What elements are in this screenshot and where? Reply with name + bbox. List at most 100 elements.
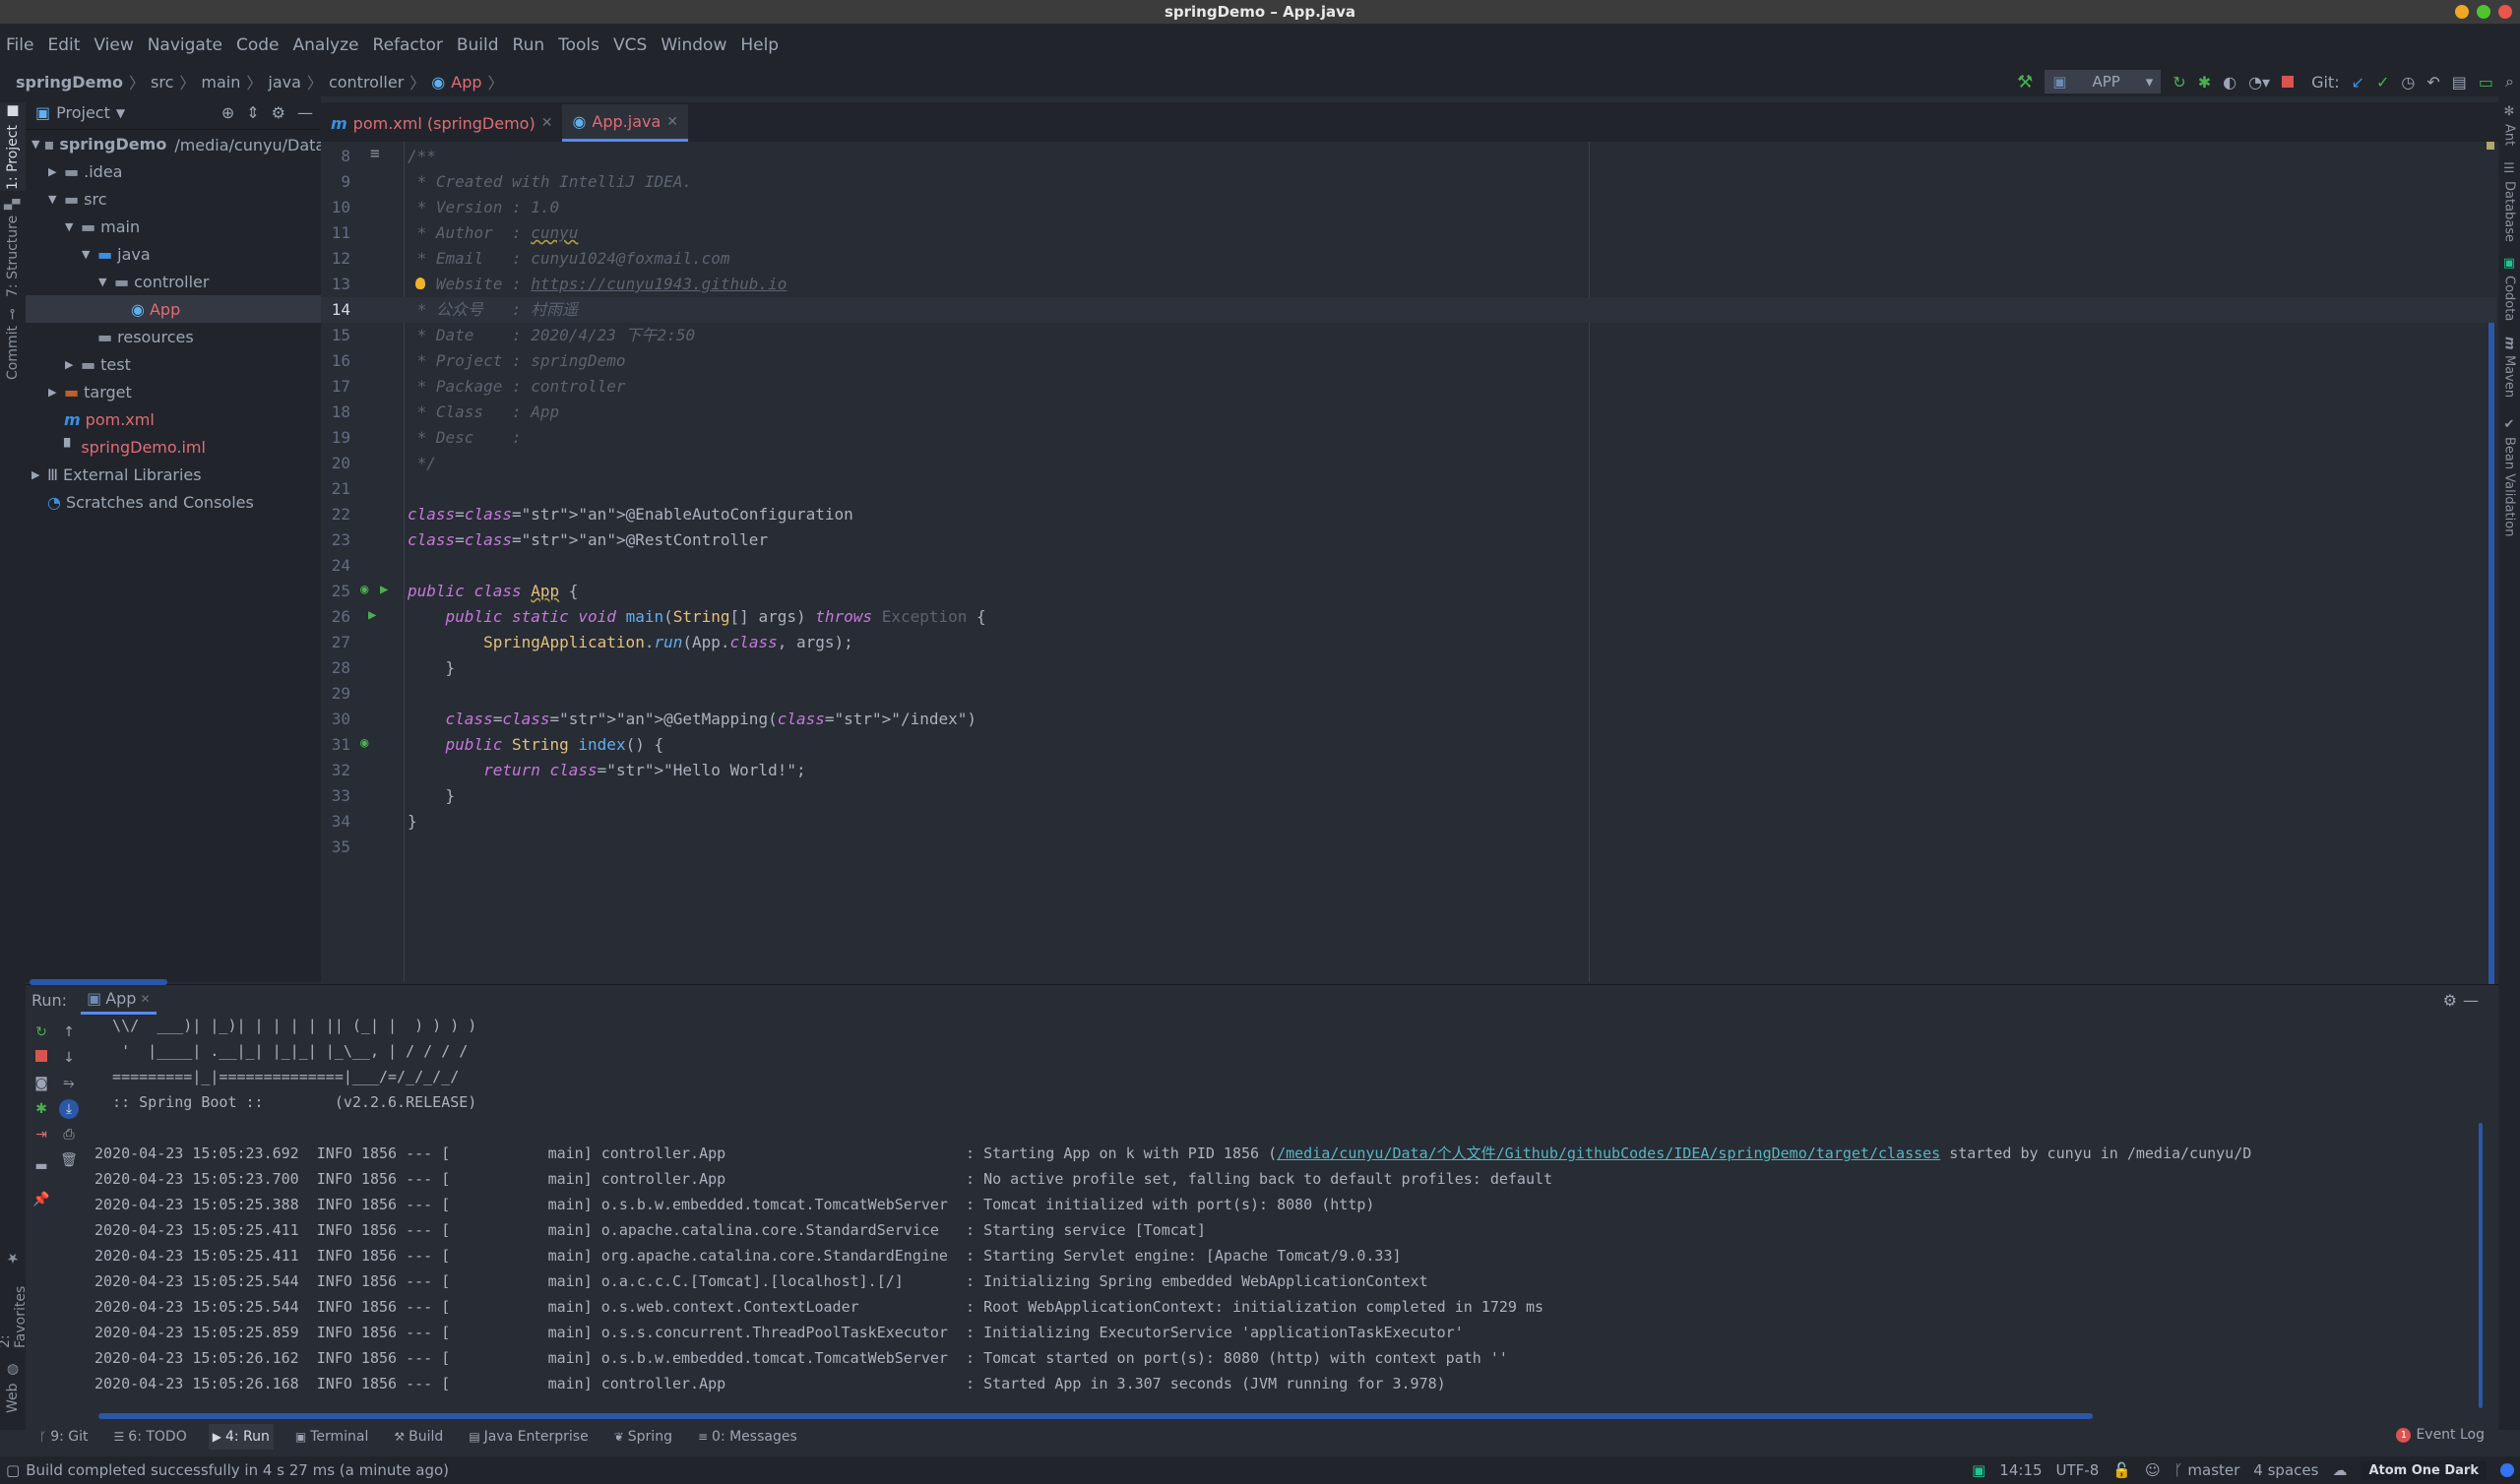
tool-tab-project[interactable]: 1: Project ■ <box>0 102 26 191</box>
gear-icon[interactable]: ⚙ <box>272 103 285 122</box>
lock-icon[interactable]: 🔓 <box>2112 1461 2131 1479</box>
menu-edit[interactable]: Edit <box>47 35 80 55</box>
git-update-icon[interactable]: ↙ <box>2352 73 2364 92</box>
chevron-down-icon[interactable]: ▼ <box>32 138 39 151</box>
code-line[interactable]: } <box>408 783 456 809</box>
bottom-tab-todo[interactable]: ☰ 6: TODO <box>110 1424 191 1450</box>
tool-tab-database[interactable]: ☰ Database <box>2498 161 2520 242</box>
hide-icon[interactable]: — <box>297 103 313 122</box>
caret-position[interactable]: 14:15 <box>1999 1461 2042 1479</box>
spring-bean-gutter-icon[interactable]: ◉ <box>360 582 368 597</box>
code-line[interactable]: * Project : springDemo <box>408 348 626 374</box>
code-line[interactable]: * Date : 2020/4/23 下午2:50 <box>408 323 695 348</box>
line-number[interactable]: 33 <box>321 783 350 809</box>
line-number[interactable]: 21 <box>321 476 350 502</box>
bottom-tab-build[interactable]: ⚒ Build <box>390 1424 447 1450</box>
code-line[interactable]: public static void main(String[] args) t… <box>408 604 986 630</box>
line-number[interactable]: 23 <box>321 527 350 553</box>
code-line[interactable]: * Class : App <box>408 400 560 425</box>
run-gutter-icon[interactable]: ▶ <box>380 582 388 597</box>
breadcrumb-item[interactable]: main <box>201 73 240 92</box>
breadcrumb-item[interactable]: java <box>268 73 301 92</box>
code-editor[interactable]: 8 /** ≡ 9 * Created with IntelliJ IDEA. 10 *… <box>321 142 2498 1110</box>
trash-icon[interactable]: 🗑 <box>59 1150 79 1170</box>
analysis-status-icon[interactable] <box>2487 142 2494 150</box>
attach-debugger-icon[interactable]: ✱ <box>32 1099 51 1119</box>
stop-icon[interactable] <box>2282 76 2295 88</box>
tree-item[interactable]: ◉ App <box>26 295 321 323</box>
tree-item[interactable]: ▼ ▬ src <box>26 185 321 213</box>
tool-tab-web[interactable]: Web ◍ <box>0 1358 26 1417</box>
tool-tab-maven[interactable]: m Maven <box>2498 337 2520 398</box>
code-line[interactable]: * Website : https://cunyu1943.github.io <box>408 272 788 297</box>
code-line[interactable]: } <box>408 809 417 835</box>
menu-view[interactable]: View <box>94 35 133 55</box>
breadcrumb-item[interactable]: springDemo <box>16 73 123 92</box>
line-number[interactable]: 32 <box>321 758 350 783</box>
soft-wrap-icon[interactable]: ⥱ <box>59 1074 79 1093</box>
gear-icon[interactable]: ⚙ <box>2443 991 2457 1010</box>
menu-vcs[interactable]: VCS <box>613 35 647 55</box>
chevron-down-icon[interactable]: ▼ <box>116 106 125 120</box>
tab-app-java[interactable]: ◉ App.java ✕ <box>562 104 689 142</box>
lightbulb-icon[interactable] <box>415 278 425 289</box>
codota-icon[interactable]: ▣ <box>1972 1461 1985 1479</box>
menu-run[interactable]: Run <box>513 35 545 55</box>
code-line[interactable]: * Email : cunyu1024@foxmail.com <box>408 246 730 272</box>
bottom-tab-messages[interactable]: ≡ 0: Messages <box>694 1424 801 1450</box>
tool-tab-favorites[interactable]: 2: Favorites ★ <box>0 1250 29 1348</box>
close-icon[interactable]: ✕ <box>541 115 553 131</box>
tree-item[interactable]: ▼ ▬ java <box>26 240 321 268</box>
line-number[interactable]: 12 <box>321 246 350 272</box>
line-number[interactable]: 20 <box>321 451 350 476</box>
menu-navigate[interactable]: Navigate <box>148 35 222 55</box>
line-number[interactable]: 17 <box>321 374 350 400</box>
log-path-link[interactable]: /media/cunyu/Data/个人文件/Github/githubCode… <box>1277 1144 1940 1162</box>
tool-tab-structure[interactable]: 7: Structure ▚ <box>0 199 26 297</box>
run-gutter-icon[interactable]: ▶ <box>368 607 376 623</box>
bottom-tab-java-enterprise[interactable]: ▤ Java Enterprise <box>465 1424 592 1450</box>
line-number[interactable]: 35 <box>321 835 350 860</box>
line-number[interactable]: 22 <box>321 502 350 527</box>
build-hammer-icon[interactable]: ⚒ <box>2017 72 2033 93</box>
console-scrollbar[interactable] <box>2479 1123 2483 1408</box>
menu-build[interactable]: Build <box>457 35 499 55</box>
menu-analyze[interactable]: Analyze <box>293 35 359 55</box>
tree-item[interactable]: ◔ Scratches and Consoles <box>26 488 321 516</box>
tree-item[interactable]: ▼ ▬ controller <box>26 268 321 295</box>
chevron-down-icon[interactable]: ▼ <box>98 276 110 288</box>
hide-icon[interactable]: — <box>2463 991 2479 1010</box>
line-number[interactable]: 25 <box>321 579 350 604</box>
line-number[interactable]: 30 <box>321 707 350 732</box>
line-number[interactable]: 29 <box>321 681 350 707</box>
code-line[interactable]: * Author : cunyu <box>408 220 579 246</box>
line-number[interactable]: 13 <box>321 272 350 297</box>
tool-tab-bean-validation[interactable]: ✔ Bean Validation <box>2498 417 2520 536</box>
close-button[interactable] <box>2498 5 2512 19</box>
scroll-down-icon[interactable]: ↓ <box>59 1048 79 1068</box>
minimize-button[interactable] <box>2455 5 2469 19</box>
stop-icon[interactable] <box>32 1048 51 1068</box>
bottom-tab-spring[interactable]: ❦ Spring <box>610 1424 676 1450</box>
code-line[interactable]: * Created with IntelliJ IDEA. <box>408 169 692 195</box>
bottom-tab-terminal[interactable]: ▣ Terminal <box>291 1424 373 1450</box>
scroll-up-icon[interactable]: ↑ <box>59 1022 79 1042</box>
menu-refactor[interactable]: Refactor <box>373 35 443 55</box>
git-rollback-icon[interactable]: ↶ <box>2426 73 2439 92</box>
coverage-icon[interactable]: ◐ <box>2223 73 2236 92</box>
code-line[interactable]: class=class="str">"an">@EnableAutoConfig… <box>408 502 853 527</box>
indent-setting[interactable]: 4 spaces <box>2253 1461 2318 1479</box>
profile-icon[interactable]: ◔▾ <box>2248 73 2270 92</box>
memory-indicator-icon[interactable] <box>2500 1463 2514 1477</box>
tool-tab-codota[interactable]: ▣ Codota <box>2498 256 2520 321</box>
tree-item[interactable]: ▼ ▬ main <box>26 213 321 240</box>
tab-pom-xml[interactable]: m pom.xml (springDemo) ✕ <box>321 104 562 142</box>
pin-icon[interactable]: 📌 <box>32 1190 51 1209</box>
bottom-tab-git[interactable]: ᚴ 9: Git <box>35 1424 93 1450</box>
chevron-right-icon[interactable]: ▶ <box>48 386 60 399</box>
run-tab-app[interactable]: ▣ App ✕ <box>81 985 157 1015</box>
console-output[interactable]: \\/ ___)| |_)| | | | | || (_| | ) ) ) ) … <box>94 1013 2251 1396</box>
line-number[interactable]: 10 <box>321 195 350 220</box>
rerun-icon[interactable]: ↻ <box>32 1022 51 1042</box>
line-number[interactable]: 28 <box>321 655 350 681</box>
